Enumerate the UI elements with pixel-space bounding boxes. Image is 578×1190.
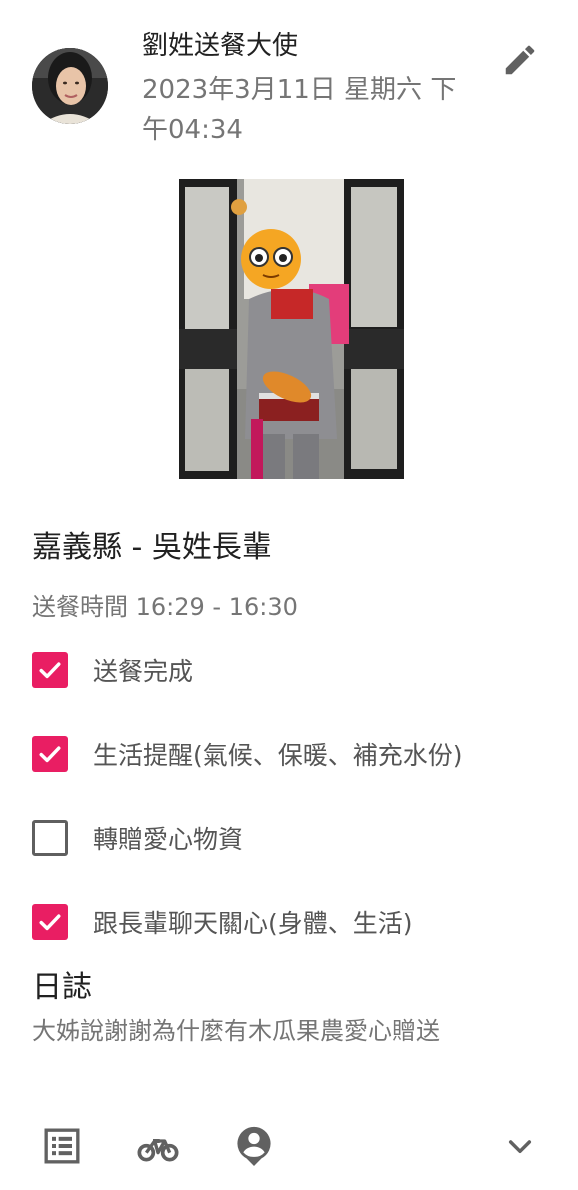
list-button[interactable] — [34, 1118, 90, 1174]
account-button[interactable] — [226, 1118, 282, 1174]
chevron-down-icon — [508, 1140, 532, 1154]
checkbox-unchecked[interactable] — [32, 820, 68, 856]
checklist-item-label: 跟長輩聊天關心(身體、生活) — [93, 909, 413, 938]
post-header: 劉姓送餐大使 2023年3月11日 星期六 下午04:34 — [0, 0, 578, 160]
pencil-icon — [505, 45, 535, 75]
post-timestamp: 2023年3月11日 星期六 下午04:34 — [142, 75, 457, 145]
expand-button[interactable] — [492, 1118, 548, 1174]
delivery-time: 送餐時間 16:29 - 16:30 — [32, 590, 298, 624]
check-icon — [39, 662, 61, 679]
check-icon — [39, 746, 61, 763]
list-icon — [44, 1128, 80, 1164]
bicycle-icon — [137, 1139, 179, 1162]
checklist-item-label: 生活提醒(氣候、保暖、補充水份) — [93, 741, 463, 770]
post-title: 嘉義縣 - 吳姓長輩 — [32, 530, 272, 565]
delivery-time-label: 送餐時間 — [32, 593, 128, 621]
log-heading: 日誌 — [32, 970, 92, 1005]
edit-button[interactable] — [494, 34, 546, 86]
checkbox-checked[interactable] — [32, 736, 68, 772]
checkbox-checked[interactable] — [32, 652, 68, 688]
bike-button[interactable] — [130, 1118, 186, 1174]
checklist-item-life-reminder[interactable]: 生活提醒(氣候、保暖、補充水份) — [32, 732, 463, 776]
checklist-item-donate-supplies[interactable]: 轉贈愛心物資 — [32, 816, 243, 860]
checklist-item-label: 轉贈愛心物資 — [93, 825, 244, 854]
checklist-item-label: 送餐完成 — [93, 657, 194, 686]
account-pin-icon — [237, 1126, 271, 1166]
log-text: 大姊說謝謝為什麼有木瓜果農愛心贈送 — [32, 1017, 440, 1045]
checklist-item-delivery-done[interactable]: 送餐完成 — [32, 648, 193, 692]
check-icon — [39, 914, 61, 931]
delivery-time-value: 16:29 - 16:30 — [135, 593, 298, 621]
checklist-item-chat-care[interactable]: 跟長輩聊天關心(身體、生活) — [32, 900, 413, 944]
avatar[interactable] — [32, 48, 108, 124]
delivery-photo-image — [179, 179, 404, 479]
author-name: 劉姓送餐大使 — [142, 31, 299, 61]
avatar-photo — [32, 48, 108, 124]
delivery-photo[interactable] — [179, 179, 404, 479]
checkbox-checked[interactable] — [32, 904, 68, 940]
bottom-action-bar — [0, 1118, 578, 1174]
